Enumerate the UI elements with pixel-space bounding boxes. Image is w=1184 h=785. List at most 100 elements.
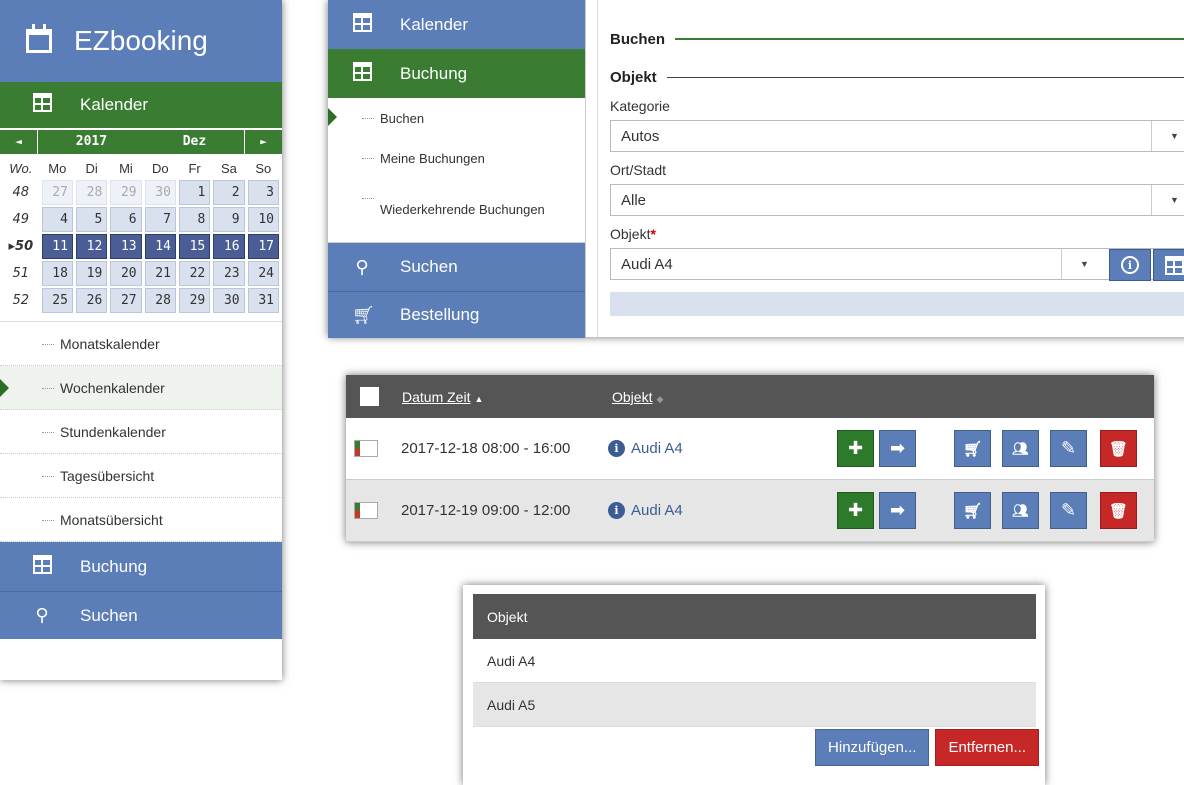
calendar-day[interactable]: 26 bbox=[75, 288, 108, 313]
week-number-current[interactable]: ▸50 bbox=[3, 234, 39, 259]
sidebar-item-meine-buchungen[interactable]: Meine Buchungen bbox=[328, 138, 585, 178]
forward-button[interactable]: ➡ bbox=[879, 492, 916, 529]
nav-suchen[interactable]: ⚲ Suchen bbox=[328, 243, 585, 291]
brand-header[interactable]: EZbooking bbox=[0, 0, 282, 82]
calendar-day[interactable]: 9 bbox=[213, 207, 245, 232]
column-header-datum-zeit[interactable]: Datum Zeit ▲ bbox=[402, 389, 483, 405]
objekt-select[interactable]: Audi A4 ▼ i bbox=[610, 248, 1184, 281]
week-number[interactable]: 48 bbox=[3, 180, 39, 205]
calendar-day[interactable]: 29 bbox=[110, 180, 142, 205]
calendar-day[interactable]: 30 bbox=[144, 180, 176, 205]
participants-button[interactable]: 👥︎ bbox=[1002, 430, 1039, 467]
sidebar-item-monatskalender[interactable]: Monatskalender bbox=[0, 322, 282, 366]
next-month-icon[interactable]: ► bbox=[245, 130, 282, 154]
remove-object-button[interactable]: Entfernen... bbox=[935, 729, 1039, 766]
ort-select[interactable]: Alle ▼ bbox=[610, 184, 1184, 216]
nav-kalender[interactable]: Kalender bbox=[0, 82, 282, 128]
sidebar-item-tagesuebersicht[interactable]: Tagesübersicht bbox=[0, 454, 282, 498]
calendar-day[interactable]: 3 bbox=[247, 180, 279, 205]
forward-button[interactable]: ➡ bbox=[879, 430, 916, 467]
sidebar-item-wochenkalender[interactable]: Wochenkalender bbox=[0, 366, 282, 410]
calendar-day[interactable]: 28 bbox=[75, 180, 108, 205]
calendar-day[interactable]: 16 bbox=[213, 234, 245, 259]
calendar-day[interactable]: 25 bbox=[41, 288, 73, 313]
calendar-day[interactable]: 30 bbox=[213, 288, 245, 313]
sidebar-item-stundenkalender[interactable]: Stundenkalender bbox=[0, 410, 282, 454]
object-info-button[interactable]: i bbox=[1109, 249, 1151, 281]
list-item[interactable]: Audi A5 bbox=[473, 683, 1036, 727]
calendar-day[interactable]: 27 bbox=[41, 180, 73, 205]
calendar-day[interactable]: 11 bbox=[41, 234, 73, 259]
calendar-day[interactable]: 19 bbox=[75, 261, 108, 286]
calendar-day[interactable]: 12 bbox=[75, 234, 108, 259]
calendar-day[interactable]: 21 bbox=[144, 261, 176, 286]
calendar-day[interactable]: 8 bbox=[178, 207, 211, 232]
sidebar-item-monatsuebersicht[interactable]: Monatsübersicht bbox=[0, 498, 282, 542]
select-all-checkbox[interactable] bbox=[360, 387, 379, 406]
calendar-day[interactable]: 5 bbox=[75, 207, 108, 232]
prev-month-icon[interactable]: ◄ bbox=[0, 130, 37, 154]
row-checkbox[interactable] bbox=[354, 440, 378, 457]
chevron-down-icon[interactable]: ▼ bbox=[1061, 249, 1107, 279]
calendar-day[interactable]: 15 bbox=[178, 234, 211, 259]
cart-icon: 🛒︎ bbox=[962, 502, 983, 520]
calendar-day[interactable]: 7 bbox=[144, 207, 176, 232]
calendar-day[interactable]: 24 bbox=[247, 261, 279, 286]
delete-button[interactable]: 🗑︎ bbox=[1100, 430, 1137, 467]
calendar-day[interactable]: 27 bbox=[110, 288, 142, 313]
calendar-day[interactable]: 14 bbox=[144, 234, 176, 259]
nav-bestellung-label: Bestellung bbox=[400, 305, 480, 324]
column-header-objekt[interactable]: Objekt ◆ bbox=[612, 389, 663, 405]
object-calendar-button[interactable] bbox=[1153, 249, 1184, 281]
sidebar-item-buchen[interactable]: Buchen bbox=[328, 98, 585, 138]
add-button[interactable]: ✚ bbox=[837, 430, 874, 467]
nav-kalender-label: Kalender bbox=[80, 95, 149, 114]
week-number[interactable]: 52 bbox=[3, 288, 39, 313]
week-number[interactable]: 51 bbox=[3, 261, 39, 286]
calendar-day[interactable]: 29 bbox=[178, 288, 211, 313]
sidebar-item-wiederkehrende-buchungen[interactable]: Wiederkehrende Buchungen bbox=[328, 178, 585, 242]
calendar-day[interactable]: 22 bbox=[178, 261, 211, 286]
edit-button[interactable]: ✎ bbox=[1050, 492, 1087, 529]
calendar-day[interactable]: 31 bbox=[247, 288, 279, 313]
order-button[interactable]: 🛒︎ bbox=[954, 492, 991, 529]
sort-icon: ◆ bbox=[656, 393, 664, 404]
nav-buchung[interactable]: Buchung bbox=[328, 49, 585, 98]
pencil-icon: ✎ bbox=[1060, 500, 1077, 520]
calendar-day[interactable]: 1 bbox=[178, 180, 211, 205]
booking-object-link[interactable]: i Audi A4 bbox=[608, 502, 683, 519]
add-object-button[interactable]: Hinzufügen... bbox=[815, 729, 930, 766]
booking-object-link[interactable]: i Audi A4 bbox=[608, 440, 683, 457]
calendar-day[interactable]: 23 bbox=[213, 261, 245, 286]
table-header: Datum Zeit ▲ Objekt ◆ bbox=[346, 375, 1154, 418]
participants-button[interactable]: 👥︎ bbox=[1002, 492, 1039, 529]
order-button[interactable]: 🛒︎ bbox=[954, 430, 991, 467]
nav-kalender[interactable]: Kalender bbox=[328, 0, 585, 49]
add-button[interactable]: ✚ bbox=[837, 492, 874, 529]
form-legend-objekt: Objekt bbox=[610, 66, 1184, 88]
week-number[interactable]: 49 bbox=[3, 207, 39, 232]
edit-button[interactable]: ✎ bbox=[1050, 430, 1087, 467]
calendar-day[interactable]: 10 bbox=[247, 207, 279, 232]
calendar-day[interactable]: 2 bbox=[213, 180, 245, 205]
chevron-down-icon[interactable]: ▼ bbox=[1151, 121, 1184, 151]
calendar-month[interactable]: Dez bbox=[183, 130, 206, 154]
calendar-day[interactable]: 20 bbox=[110, 261, 142, 286]
nav-suchen[interactable]: ⚲ Suchen bbox=[0, 591, 282, 639]
calendar-year[interactable]: 2017 bbox=[76, 130, 107, 154]
row-checkbox[interactable] bbox=[354, 502, 378, 519]
calendar-day[interactable]: 17 bbox=[247, 234, 279, 259]
list-item[interactable]: Audi A4 bbox=[473, 639, 1036, 683]
kategorie-select[interactable]: Autos ▼ bbox=[610, 120, 1184, 152]
chevron-down-icon[interactable]: ▼ bbox=[1151, 185, 1184, 215]
calendar-day[interactable]: 13 bbox=[110, 234, 142, 259]
nav-bestellung[interactable]: 🛒︎ Bestellung bbox=[328, 291, 585, 338]
delete-button[interactable]: 🗑︎ bbox=[1100, 492, 1137, 529]
calendar-day[interactable]: 28 bbox=[144, 288, 176, 313]
nav-buchung[interactable]: Buchung bbox=[0, 542, 282, 591]
form-info-strip bbox=[610, 292, 1184, 316]
calendar-day[interactable]: 4 bbox=[41, 207, 73, 232]
calendar-day[interactable]: 18 bbox=[41, 261, 73, 286]
calendar-day[interactable]: 6 bbox=[110, 207, 142, 232]
info-icon: i bbox=[608, 502, 625, 519]
